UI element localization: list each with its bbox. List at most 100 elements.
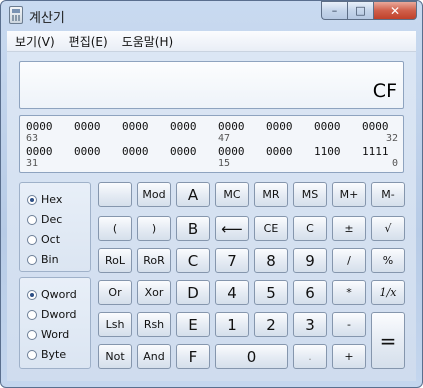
left-paren-button[interactable]: ( (98, 216, 132, 241)
multiply-button[interactable]: * (332, 280, 366, 305)
digit-6-button[interactable]: 6 (293, 280, 327, 305)
bit-group[interactable]: 0000 (266, 145, 293, 158)
radio-dword[interactable]: Dword (27, 308, 77, 321)
radio-label: Qword (41, 288, 77, 301)
hex-b-button[interactable]: B (176, 216, 210, 241)
display-value: CF (372, 80, 397, 102)
digit-4-button[interactable]: 4 (215, 280, 249, 305)
bit-group[interactable]: 1100 (314, 145, 341, 158)
hex-c-button[interactable]: C (176, 248, 210, 273)
add-button[interactable]: + (332, 344, 366, 369)
radio-button-icon (27, 349, 37, 360)
bit-group[interactable]: 0000 (26, 120, 53, 133)
subtract-button[interactable]: - (332, 312, 366, 337)
digit-3-button[interactable]: 3 (293, 312, 327, 337)
mod-button[interactable]: Mod (137, 182, 171, 207)
blank-button (98, 182, 132, 207)
bit-group[interactable]: 0000 (314, 120, 341, 133)
memory-clear-button[interactable]: MC (215, 182, 249, 207)
bit-group[interactable]: 0000 (362, 120, 389, 133)
percent-button[interactable]: % (371, 248, 405, 273)
bit-position-label: 15 (218, 158, 231, 169)
radio-oct[interactable]: Oct (27, 233, 60, 246)
radio-label: Bin (41, 253, 59, 266)
clear-entry-button[interactable]: CE (254, 216, 288, 241)
bit-group[interactable]: 0000 (122, 120, 149, 133)
radio-label: Dec (41, 213, 63, 226)
divide-button[interactable]: / (332, 248, 366, 273)
radio-button-icon (27, 289, 37, 300)
digit-0-button[interactable]: 0 (215, 344, 288, 369)
digit-1-button[interactable]: 1 (215, 312, 249, 337)
reciprocal-button[interactable]: 1/x (371, 280, 405, 305)
bit-position-label: 31 (26, 158, 39, 169)
hex-e-button[interactable]: E (176, 312, 210, 337)
right-paren-button[interactable]: ) (137, 216, 171, 241)
memory-store-button[interactable]: MS (293, 182, 327, 207)
digit-2-button[interactable]: 2 (254, 312, 288, 337)
digit-5-button[interactable]: 5 (254, 280, 288, 305)
negate-button[interactable]: ± (332, 216, 366, 241)
radio-label: Hex (41, 193, 63, 206)
radio-label: Word (41, 328, 70, 341)
bit-group[interactable]: 0000 (74, 145, 101, 158)
calculator-icon (9, 6, 23, 24)
digit-9-button[interactable]: 9 (293, 248, 327, 273)
bit-group[interactable]: 0000 (122, 145, 149, 158)
maximize-button[interactable]: □ (347, 1, 373, 20)
calculator-window: 계산기 – □ ✕ 보기(V) 편집(E) 도움말(H) CF 0000 000… (0, 0, 423, 388)
hex-d-button[interactable]: D (176, 280, 210, 305)
radio-bin[interactable]: Bin (27, 253, 59, 266)
bit-group[interactable]: 0000 (26, 145, 53, 158)
memory-subtract-button[interactable]: M- (371, 182, 405, 207)
bit-group[interactable]: 0000 (170, 145, 197, 158)
radio-button-icon (27, 329, 37, 340)
xor-button[interactable]: Xor (137, 280, 171, 305)
bit-group[interactable]: 0000 (74, 120, 101, 133)
radio-button-icon (27, 234, 37, 245)
right-shift-button[interactable]: Rsh (137, 312, 171, 337)
bit-group[interactable]: 0000 (266, 120, 293, 133)
not-button[interactable]: Not (98, 344, 132, 369)
radio-hex[interactable]: Hex (27, 193, 62, 206)
menu-view[interactable]: 보기(V) (9, 33, 61, 50)
and-button[interactable]: And (137, 344, 171, 369)
backspace-button[interactable]: ⟵ (215, 216, 249, 241)
window-title: 계산기 (29, 11, 65, 26)
bit-group[interactable]: 0000 (170, 120, 197, 133)
bit-group[interactable]: 0000 (218, 120, 245, 133)
caption-buttons: – □ ✕ (321, 1, 417, 20)
digit-7-button[interactable]: 7 (215, 248, 249, 273)
bit-display: 0000 0000 0000 0000 0000 0000 0000 0000 … (19, 115, 404, 173)
number-system-group: Hex Dec Oct Bin (19, 182, 91, 272)
minimize-button[interactable]: – (321, 1, 347, 20)
menu-edit[interactable]: 편집(E) (63, 33, 114, 50)
clear-button[interactable]: C (293, 216, 327, 241)
radio-qword[interactable]: Qword (27, 288, 77, 301)
radio-dec[interactable]: Dec (27, 213, 62, 226)
memory-add-button[interactable]: M+ (332, 182, 366, 207)
radio-button-icon (27, 309, 37, 320)
bit-group[interactable]: 1111 (362, 145, 389, 158)
calculator-body: CF 0000 0000 0000 0000 0000 0000 0000 00… (7, 52, 416, 381)
radio-label: Byte (41, 348, 67, 361)
memory-recall-button[interactable]: MR (254, 182, 288, 207)
radio-label: Dword (41, 308, 77, 321)
or-button[interactable]: Or (98, 280, 132, 305)
menu-help[interactable]: 도움말(H) (116, 33, 180, 50)
result-display: CF (19, 61, 404, 109)
left-shift-button[interactable]: Lsh (98, 312, 132, 337)
rotate-left-button[interactable]: RoL (98, 248, 132, 273)
radio-word[interactable]: Word (27, 328, 69, 341)
sqrt-button[interactable]: √ (371, 216, 405, 241)
radio-byte[interactable]: Byte (27, 348, 66, 361)
digit-8-button[interactable]: 8 (254, 248, 288, 273)
close-button[interactable]: ✕ (373, 1, 417, 20)
bit-position-label: 0 (391, 158, 398, 169)
equals-button[interactable]: = (371, 312, 405, 369)
hex-a-button[interactable]: A (176, 182, 210, 207)
bit-group[interactable]: 0000 (218, 145, 245, 158)
title-bar[interactable]: 계산기 – □ ✕ (1, 1, 422, 31)
rotate-right-button[interactable]: RoR (137, 248, 171, 273)
hex-f-button[interactable]: F (176, 344, 210, 369)
